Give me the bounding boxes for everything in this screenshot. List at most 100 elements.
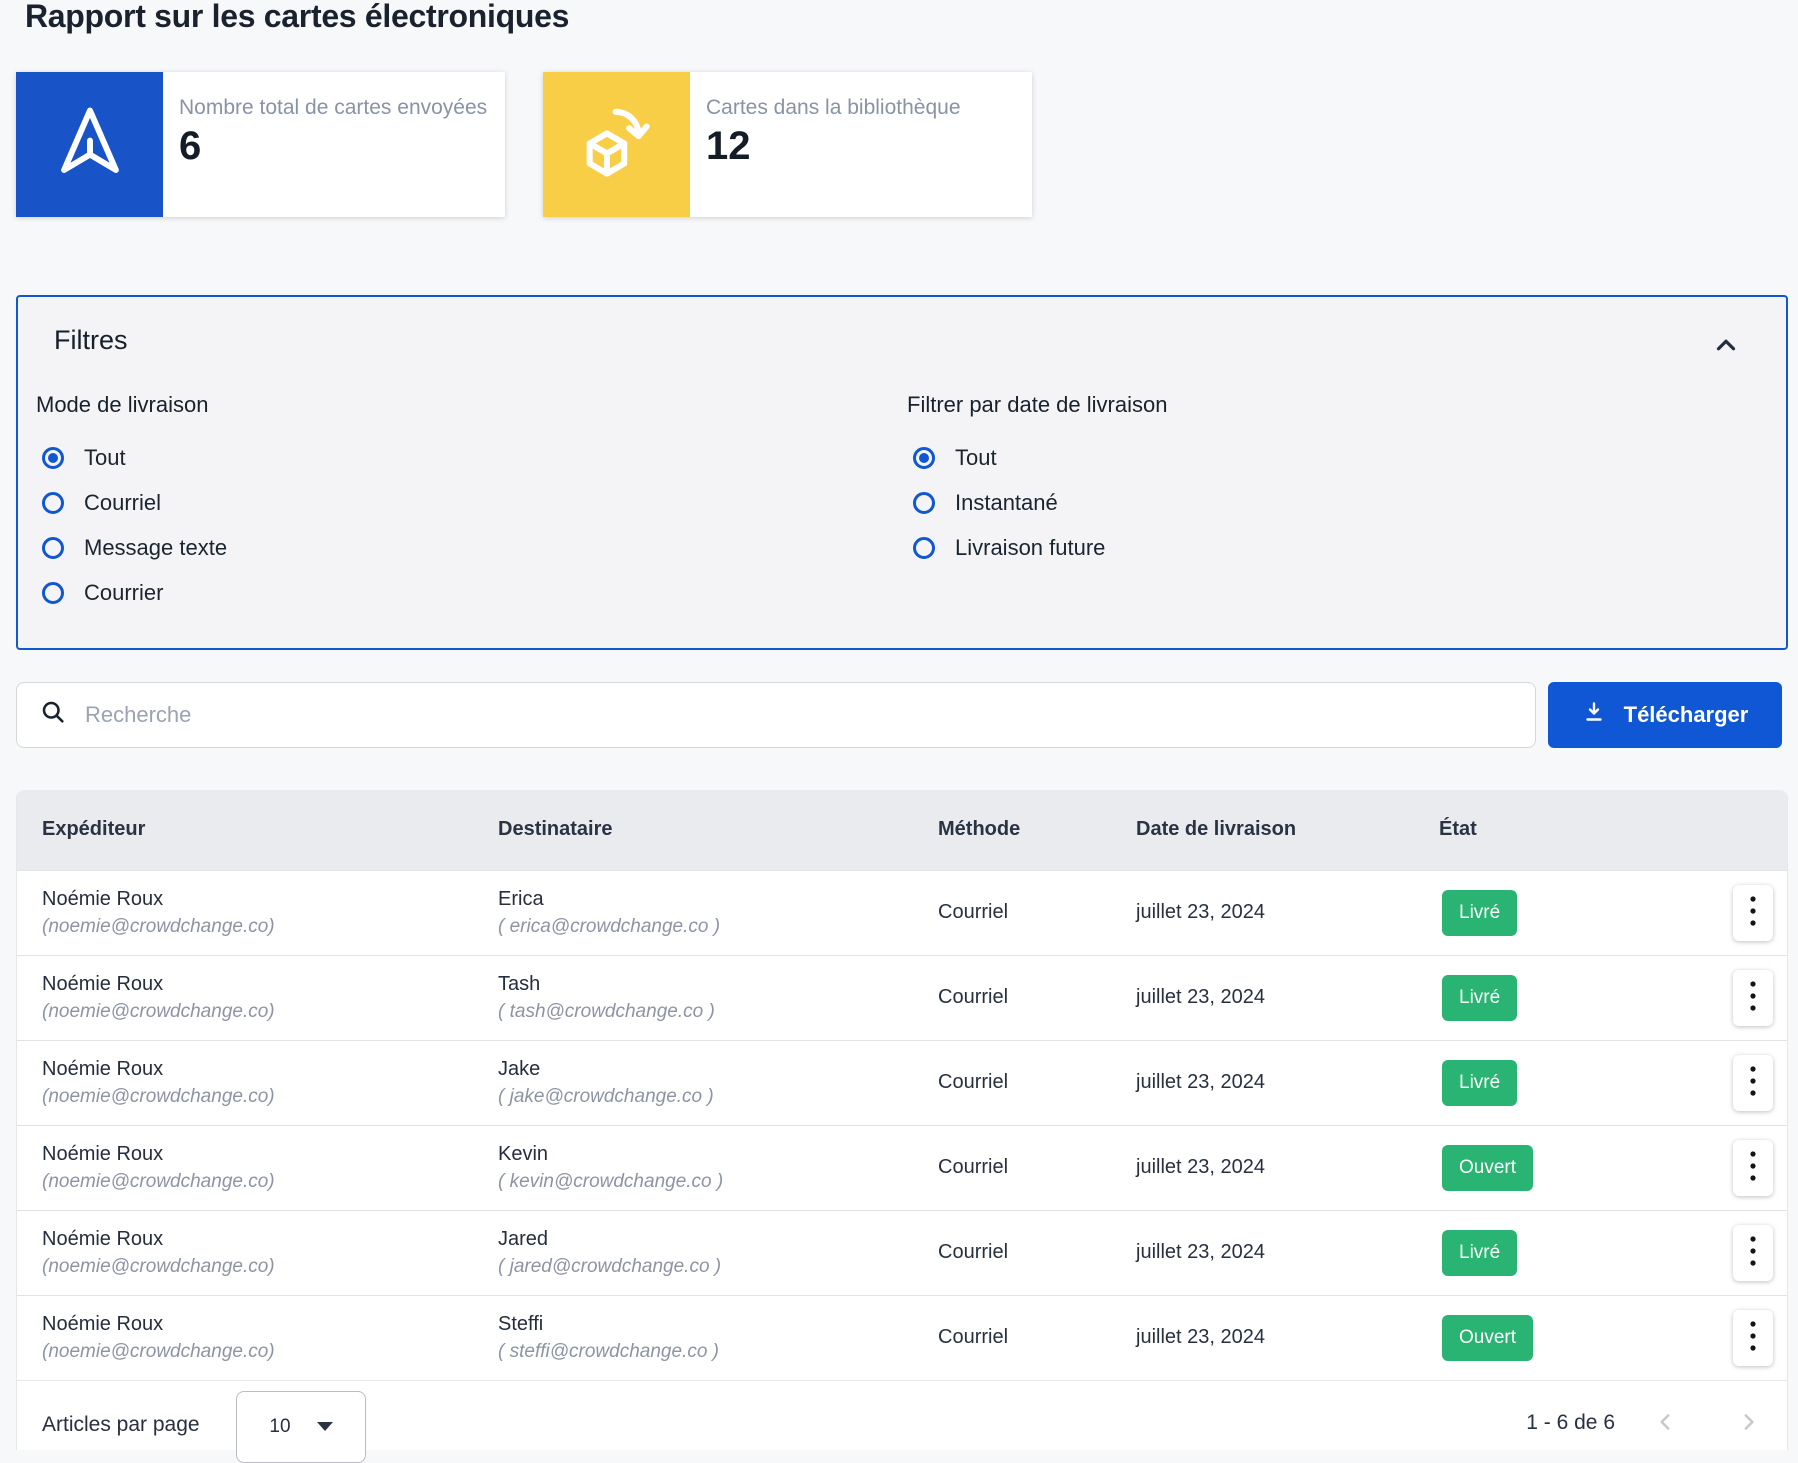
sender-email: (noemie@crowdchange.co) — [42, 916, 498, 938]
download-button[interactable]: Télécharger — [1548, 682, 1782, 748]
status-badge: Livré — [1442, 1230, 1517, 1276]
radio-icon[interactable] — [42, 492, 64, 514]
filter-groups: Mode de livraison Tout Courriel Message … — [36, 392, 1786, 616]
radio-icon[interactable] — [42, 447, 64, 469]
date-cell: juillet 23, 2024 — [1136, 1156, 1439, 1179]
filter-group-delivery-date: Filtrer par date de livraison Tout Insta… — [907, 392, 1167, 616]
radio-icon[interactable] — [913, 447, 935, 469]
kebab-menu-icon — [1749, 1234, 1757, 1271]
cards-report-table: Expéditeur Destinataire Méthode Date de … — [16, 790, 1788, 1381]
table-row: Noémie Roux (noemie@crowdchange.co) Stef… — [17, 1295, 1787, 1380]
sender-email: (noemie@crowdchange.co) — [42, 1171, 498, 1193]
sender-email: (noemie@crowdchange.co) — [42, 1341, 498, 1363]
stat-value: 6 — [179, 124, 487, 169]
radio-icon[interactable] — [42, 537, 64, 559]
table-row: Noémie Roux (noemie@crowdchange.co) Kevi… — [17, 1125, 1787, 1210]
recipient-email: ( erica@crowdchange.co ) — [498, 916, 938, 938]
recipient-email: ( jared@crowdchange.co ) — [498, 1256, 938, 1278]
radio-icon[interactable] — [42, 582, 64, 604]
items-per-page-select[interactable]: 10 — [236, 1391, 366, 1463]
search-icon — [39, 698, 67, 731]
row-actions-button[interactable] — [1733, 1055, 1773, 1111]
method-cell: Courriel — [938, 1071, 1136, 1094]
page-title: Rapport sur les cartes électroniques — [25, 0, 1798, 34]
kebab-menu-icon — [1749, 1149, 1757, 1186]
search-input[interactable] — [83, 701, 1535, 729]
stat-label: Cartes dans la bibliothèque — [706, 96, 961, 120]
filter-group-delivery-mode: Mode de livraison Tout Courriel Message … — [36, 392, 907, 616]
status-badge: Ouvert — [1442, 1145, 1533, 1191]
stats-row: Nombre total de cartes envoyées 6 Cartes — [16, 72, 1798, 217]
row-actions-button[interactable] — [1733, 885, 1773, 941]
next-page-button[interactable] — [1731, 1407, 1765, 1441]
download-icon — [1582, 700, 1606, 730]
report-page: Rapport sur les cartes électroniques Nom… — [0, 0, 1798, 1450]
radio-option-mode-courriel[interactable]: Courriel — [36, 481, 907, 526]
column-header-status: État — [1439, 818, 1723, 841]
column-header-method: Méthode — [938, 818, 1136, 841]
radio-option-date-instantane[interactable]: Instantané — [907, 481, 1167, 526]
radio-icon[interactable] — [913, 537, 935, 559]
kebab-menu-icon — [1749, 979, 1757, 1016]
column-header-sender: Expéditeur — [17, 818, 498, 841]
radio-option-date-tout[interactable]: Tout — [907, 436, 1167, 481]
recipient-name: Tash — [498, 973, 938, 996]
date-cell: juillet 23, 2024 — [1136, 1326, 1439, 1349]
stat-label: Nombre total de cartes envoyées — [179, 96, 487, 120]
radio-label: Message texte — [84, 535, 227, 561]
chevron-right-icon — [1735, 1409, 1761, 1438]
row-actions-button[interactable] — [1733, 1310, 1773, 1366]
table-row: Noémie Roux (noemie@crowdchange.co) Tash… — [17, 955, 1787, 1040]
radio-option-mode-tout[interactable]: Tout — [36, 436, 907, 481]
date-cell: juillet 23, 2024 — [1136, 1071, 1439, 1094]
row-actions-button[interactable] — [1733, 970, 1773, 1026]
status-badge: Livré — [1442, 890, 1517, 936]
column-header-date: Date de livraison — [1136, 818, 1439, 841]
filters-panel: Filtres Mode de livraison Tout Courriel — [16, 295, 1788, 650]
filter-group-label: Mode de livraison — [36, 392, 907, 418]
collapse-filters-button[interactable] — [1706, 327, 1746, 367]
stat-card-cards-sent: Nombre total de cartes envoyées 6 — [16, 72, 505, 217]
method-cell: Courriel — [938, 901, 1136, 924]
date-cell: juillet 23, 2024 — [1136, 901, 1439, 924]
radio-option-mode-message-texte[interactable]: Message texte — [36, 526, 907, 571]
stat-card-library-cards: Cartes dans la bibliothèque 12 — [543, 72, 1032, 217]
caret-down-icon — [317, 1422, 333, 1431]
radio-option-mode-courrier[interactable]: Courrier — [36, 571, 907, 616]
table-header-row: Expéditeur Destinataire Méthode Date de … — [17, 790, 1787, 870]
radio-label: Livraison future — [955, 535, 1105, 561]
recipient-name: Jake — [498, 1058, 938, 1081]
search-box[interactable] — [16, 682, 1536, 748]
radio-label: Tout — [955, 445, 997, 471]
send-icon-tile — [16, 72, 163, 217]
recipient-name: Steffi — [498, 1313, 938, 1336]
radio-option-date-livraison-future[interactable]: Livraison future — [907, 526, 1167, 571]
stat-value: 12 — [706, 124, 961, 169]
row-actions-button[interactable] — [1733, 1140, 1773, 1196]
download-button-label: Télécharger — [1624, 702, 1749, 728]
library-box-icon-tile — [543, 72, 690, 217]
pagination-range-label: 1 - 6 de 6 — [1526, 1411, 1615, 1435]
row-actions-button[interactable] — [1733, 1225, 1773, 1281]
send-icon — [48, 100, 132, 189]
radio-label: Courriel — [84, 490, 161, 516]
sender-name: Noémie Roux — [42, 1058, 498, 1081]
table-row: Noémie Roux (noemie@crowdchange.co) Jake… — [17, 1040, 1787, 1125]
sender-name: Noémie Roux — [42, 973, 498, 996]
sender-name: Noémie Roux — [42, 888, 498, 911]
sender-name: Noémie Roux — [42, 1228, 498, 1251]
recipient-email: ( kevin@crowdchange.co ) — [498, 1171, 938, 1193]
previous-page-button[interactable] — [1649, 1407, 1683, 1441]
date-cell: juillet 23, 2024 — [1136, 986, 1439, 1009]
chevron-left-icon — [1653, 1409, 1679, 1438]
radio-label: Tout — [84, 445, 126, 471]
method-cell: Courriel — [938, 1326, 1136, 1349]
filter-group-label: Filtrer par date de livraison — [907, 392, 1167, 418]
radio-icon[interactable] — [913, 492, 935, 514]
date-cell: juillet 23, 2024 — [1136, 1241, 1439, 1264]
kebab-menu-icon — [1749, 894, 1757, 931]
recipient-name: Jared — [498, 1228, 938, 1251]
table-row: Noémie Roux (noemie@crowdchange.co) Jare… — [17, 1210, 1787, 1295]
library-box-icon — [571, 96, 663, 193]
chevron-up-icon — [1711, 330, 1741, 363]
